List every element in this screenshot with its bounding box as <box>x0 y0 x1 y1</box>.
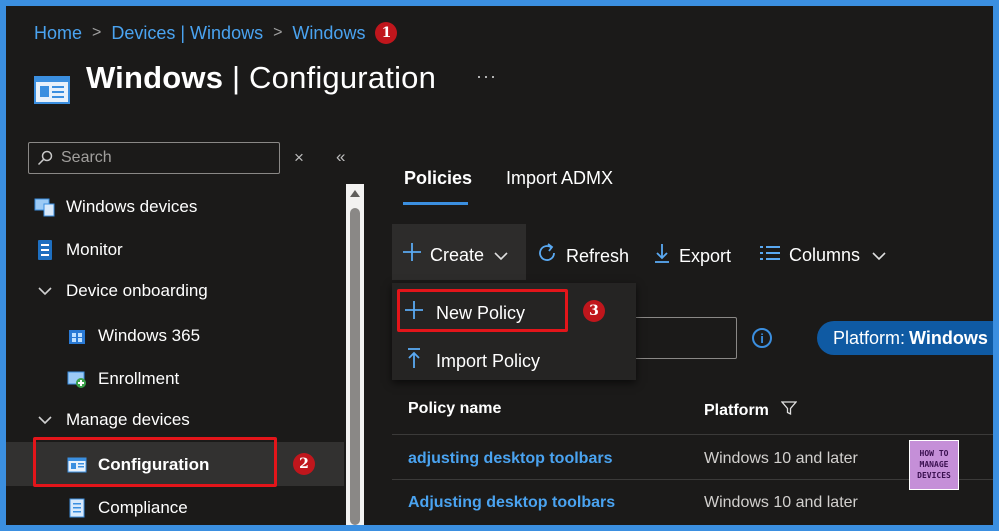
platform-filter-pill[interactable]: Platform: Windows <box>817 321 993 355</box>
active-tab-indicator <box>403 202 468 205</box>
create-label: Create <box>430 244 485 265</box>
export-label: Export <box>679 245 732 266</box>
monitor-icon <box>34 239 56 261</box>
download-icon <box>653 242 671 270</box>
menu-item-label: Import Policy <box>436 351 541 371</box>
sidebar-item-enrollment[interactable]: Enrollment <box>66 364 179 394</box>
clear-search-button[interactable]: × <box>294 148 304 168</box>
plus-icon <box>402 242 422 268</box>
step-marker-3: 3 <box>583 300 605 322</box>
sidebar-group-manage-devices[interactable]: Manage devices <box>38 405 190 435</box>
highlight-box-new-policy <box>397 289 568 332</box>
chevron-down-icon <box>494 245 508 266</box>
chevron-down-icon <box>872 245 886 266</box>
step-marker-1: 1 <box>375 22 398 44</box>
configuration-page-icon <box>34 76 70 104</box>
sidebar-item-label: Windows devices <box>66 197 198 216</box>
export-button[interactable]: Export <box>653 242 731 270</box>
table-row-policy-link[interactable]: Adjusting desktop toolbars <box>408 494 615 512</box>
breadcrumb-separator: > <box>273 24 283 41</box>
table-divider <box>392 434 993 435</box>
pill-value: Windows <box>909 327 988 348</box>
configuration-icon <box>66 454 88 476</box>
sidebar-item-label: Enrollment <box>98 369 180 388</box>
filter-icon[interactable] <box>780 400 798 421</box>
sidebar-group-device-onboarding[interactable]: Device onboarding <box>38 276 208 306</box>
breadcrumb-separator: > <box>92 24 102 41</box>
how-to-manage-devices-logo: HOW TO MANAGE DEVICES <box>909 440 959 490</box>
table-row-platform: Windows 10 and later <box>704 450 858 467</box>
sidebar-scrollbar[interactable] <box>346 184 364 525</box>
chevron-down-icon <box>38 412 54 428</box>
create-button[interactable]: Create <box>402 242 508 268</box>
info-icon[interactable]: i <box>752 328 772 348</box>
columns-list-icon <box>759 242 781 268</box>
sidebar-search-input[interactable]: Search <box>28 142 280 174</box>
search-icon <box>37 150 53 166</box>
scrollbar-thumb[interactable] <box>350 208 360 525</box>
scroll-up-arrow-icon[interactable] <box>350 190 360 197</box>
windows-devices-icon <box>34 196 56 218</box>
sidebar-item-label: Compliance <box>98 498 188 517</box>
sidebar-item-label: Monitor <box>66 240 123 259</box>
compliance-icon <box>66 497 88 519</box>
pill-prefix: Platform: <box>833 327 906 348</box>
sidebar-item-windows-365[interactable]: Windows 365 <box>66 321 200 351</box>
upload-icon <box>404 347 424 376</box>
table-row-policy-link[interactable]: adjusting desktop toolbars <box>408 450 612 468</box>
sidebar-item-label: Device onboarding <box>66 281 208 300</box>
filter-search-input[interactable] <box>626 317 737 359</box>
breadcrumb-windows[interactable]: Windows <box>292 23 365 44</box>
page-title: Windows | Configuration <box>86 60 437 95</box>
collapse-sidebar-button[interactable]: « <box>336 147 345 167</box>
refresh-label: Refresh <box>566 245 630 266</box>
step-marker-2: 2 <box>293 453 315 475</box>
table-row-platform: Windows 10 and later <box>704 494 858 511</box>
column-header-policy-name[interactable]: Policy name <box>408 400 501 418</box>
sidebar-item-configuration[interactable]: Configuration <box>66 450 209 480</box>
columns-button[interactable]: Columns <box>759 242 886 268</box>
tab-import-admx[interactable]: Import ADMX <box>506 168 613 189</box>
table-divider <box>392 479 993 480</box>
column-header-label: Platform <box>704 401 769 419</box>
sidebar-item-monitor[interactable]: Monitor <box>34 235 123 265</box>
search-placeholder: Search <box>61 149 112 166</box>
breadcrumb: Home > Devices | Windows > Windows 1 <box>34 22 398 44</box>
sidebar-item-label: Configuration <box>98 455 210 474</box>
breadcrumb-home[interactable]: Home <box>34 23 82 44</box>
breadcrumb-devices-windows[interactable]: Devices | Windows <box>111 23 263 44</box>
sidebar-item-label: Manage devices <box>66 410 190 429</box>
enrollment-icon <box>66 368 88 390</box>
windows-365-icon <box>66 325 88 347</box>
tab-policies[interactable]: Policies <box>404 168 472 189</box>
sidebar-item-label: Windows 365 <box>98 326 201 345</box>
sidebar-item-compliance[interactable]: Compliance <box>66 493 188 523</box>
menu-item-import-policy[interactable]: Import Policy <box>404 347 540 376</box>
chevron-down-icon <box>38 283 54 299</box>
refresh-button[interactable]: Refresh <box>536 242 629 270</box>
sidebar-item-windows-devices[interactable]: Windows devices <box>34 192 197 222</box>
portal-window: Home > Devices | Windows > Windows 1 Win… <box>6 6 993 525</box>
column-header-platform[interactable]: Platform <box>704 400 798 421</box>
refresh-icon <box>536 242 558 270</box>
more-options-button[interactable]: ··· <box>476 66 497 87</box>
columns-label: Columns <box>789 244 861 265</box>
